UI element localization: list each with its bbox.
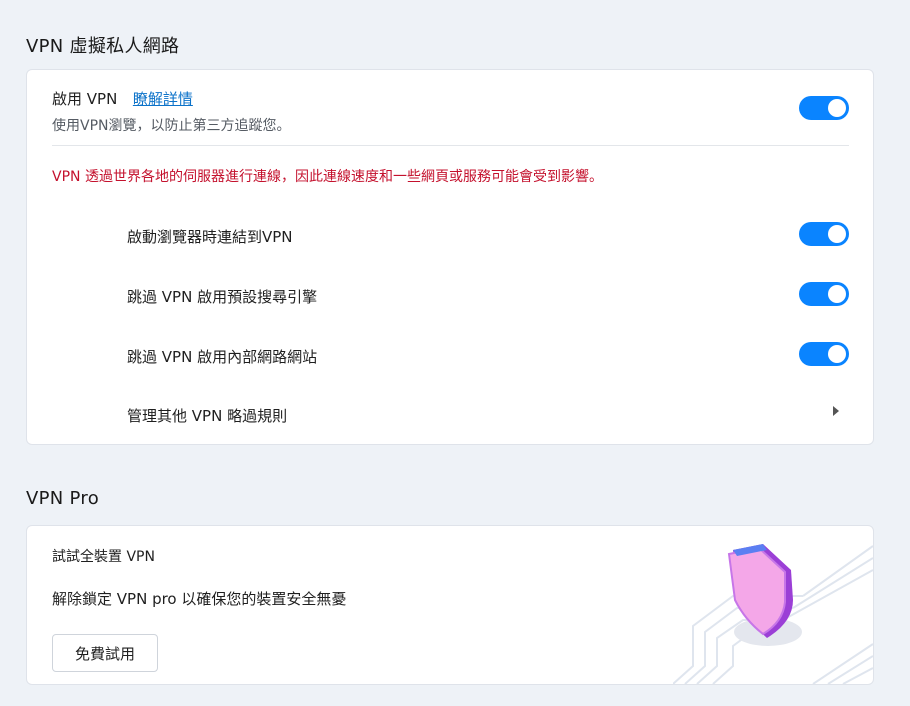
chevron-right-icon[interactable] [833, 406, 839, 416]
toggle-knob [828, 285, 846, 303]
manage-bypass-rules-label[interactable]: 管理其他 VPN 略過規則 [127, 405, 287, 426]
enable-vpn-description: 使用VPN瀏覽，以防止第三方追蹤您。 [52, 118, 291, 134]
enable-vpn-row: 啟用 VPN 瞭解詳情 [52, 88, 193, 109]
bypass-intranet-toggle[interactable] [799, 342, 849, 366]
vpn-settings-card: 啟用 VPN 瞭解詳情 使用VPN瀏覽，以防止第三方追蹤您。 VPN 透過世界各… [26, 69, 874, 445]
vpn-pro-description: 解除鎖定 VPN pro 以確保您的裝置安全無憂 [52, 590, 347, 608]
vpn-pro-card: 試試全裝置 VPN 解除鎖定 VPN pro 以確保您的裝置安全無憂 免費試用 [26, 525, 874, 685]
vpn-pro-title: VPN Pro [26, 488, 100, 509]
learn-more-link[interactable]: 瞭解詳情 [133, 90, 193, 108]
vpn-warning-text: VPN 透過世界各地的伺服器進行連線，因此連線速度和一些網頁或服務可能會受到影響… [52, 169, 603, 185]
shield-icon [727, 544, 802, 646]
vpn-settings-page: VPN 虛擬私人網路 啟用 VPN 瞭解詳情 使用VPN瀏覽，以防止第三方追蹤您… [0, 0, 910, 706]
bypass-search-engine-label: 跳過 VPN 啟用預設搜尋引擎 [127, 288, 318, 306]
divider [52, 145, 849, 146]
connect-on-startup-toggle[interactable] [799, 222, 849, 246]
toggle-knob [828, 99, 846, 117]
bypass-intranet-label: 跳過 VPN 啟用內部網路網站 [127, 348, 318, 366]
free-trial-button[interactable]: 免費試用 [52, 634, 158, 672]
vpn-section-title: VPN 虛擬私人網路 [26, 36, 180, 57]
enable-vpn-toggle[interactable] [799, 96, 849, 120]
vpn-pro-heading: 試試全裝置 VPN [52, 549, 155, 565]
connect-on-startup-label: 啟動瀏覽器時連結到VPN [127, 228, 293, 246]
bypass-search-engine-toggle[interactable] [799, 282, 849, 306]
vpn-pro-illustration [673, 526, 873, 684]
enable-vpn-label: 啟用 VPN [52, 90, 118, 108]
toggle-knob [828, 225, 846, 243]
toggle-knob [828, 345, 846, 363]
